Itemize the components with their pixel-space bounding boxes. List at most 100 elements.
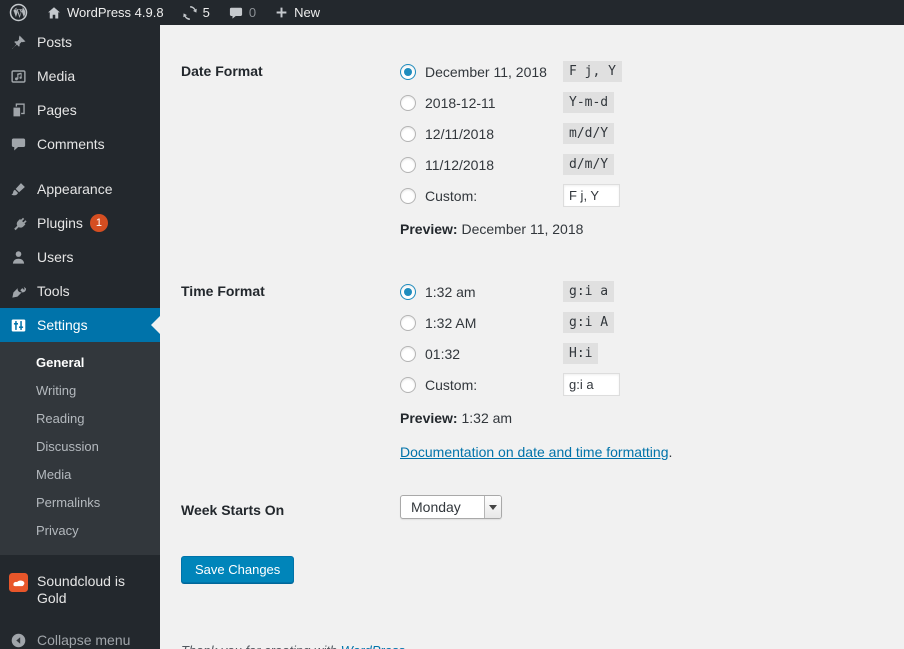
- footer-credit: Thank you for creating with WordPress.: [181, 643, 884, 649]
- radio-button[interactable]: [400, 376, 416, 393]
- collapse-menu-button[interactable]: Collapse menu: [0, 623, 160, 649]
- time-format-custom-input[interactable]: [563, 373, 620, 396]
- submenu-item-reading[interactable]: Reading: [0, 405, 160, 433]
- sidebar-item-label: Media: [37, 68, 76, 84]
- date-format-option-2[interactable]: 2018-12-11 Y-m-d: [400, 87, 884, 118]
- wrench-icon: [9, 282, 28, 301]
- sidebar-item-media[interactable]: Media: [0, 59, 160, 93]
- format-code: F j, Y: [563, 61, 622, 82]
- radio-button[interactable]: [400, 345, 416, 362]
- format-code: Y-m-d: [563, 92, 615, 113]
- settings-general-content: Date Format December 11, 2018 F j, Y 201…: [160, 25, 904, 649]
- documentation-link[interactable]: Documentation on date and time formattin…: [400, 444, 669, 460]
- sidebar-item-label: Posts: [37, 34, 73, 50]
- sidebar-item-appearance[interactable]: Appearance: [0, 172, 160, 206]
- user-icon: [9, 248, 28, 267]
- select-dropdown-arrow-icon: [484, 496, 501, 518]
- format-code: g:i a: [563, 281, 615, 302]
- submenu-item-general[interactable]: General: [0, 349, 160, 377]
- time-preview: Preview: 1:32 am: [400, 410, 513, 426]
- week-starts-select[interactable]: Monday: [400, 495, 502, 519]
- plugin-icon: [9, 214, 28, 233]
- format-code: d/m/Y: [563, 154, 615, 175]
- time-format-option-3[interactable]: 01:32 H:i: [400, 338, 884, 369]
- comment-bubble-icon: [228, 5, 244, 21]
- week-starts-row: Week Starts On Monday: [181, 495, 884, 519]
- wordpress-footer-link[interactable]: WordPress: [341, 643, 405, 649]
- radio-button[interactable]: [400, 63, 416, 80]
- sidebar-item-label: Collapse menu: [37, 632, 131, 648]
- date-preview-value: December 11, 2018: [461, 221, 584, 237]
- current-menu-arrow: [151, 316, 160, 334]
- sidebar-item-settings[interactable]: Settings: [0, 308, 160, 342]
- date-format-option-4[interactable]: 11/12/2018 d/m/Y: [400, 149, 884, 180]
- pages-icon: [9, 101, 28, 120]
- admin-bar: WordPress 4.9.8 5 0 New: [0, 0, 904, 25]
- media-icon: [9, 67, 28, 86]
- time-format-custom-option[interactable]: Custom:: [400, 369, 884, 400]
- date-format-label: Date Format: [181, 63, 263, 79]
- sidebar-item-plugins[interactable]: Plugins 1: [0, 206, 160, 240]
- submenu-item-discussion[interactable]: Discussion: [0, 433, 160, 461]
- settings-submenu: General Writing Reading Discussion Media…: [0, 342, 160, 555]
- submenu-item-writing[interactable]: Writing: [0, 377, 160, 405]
- wordpress-logo-menu[interactable]: [0, 0, 37, 25]
- soundcloud-icon: [9, 573, 28, 592]
- home-icon: [46, 5, 62, 21]
- site-name: WordPress 4.9.8: [67, 5, 164, 20]
- docs-line: Documentation on date and time formattin…: [400, 444, 673, 460]
- sidebar-item-label: Users: [37, 249, 74, 265]
- format-code: H:i: [563, 343, 599, 364]
- sidebar-item-label: Plugins: [37, 215, 83, 231]
- settings-sliders-icon: [9, 316, 28, 335]
- new-content-button[interactable]: New: [265, 0, 329, 25]
- time-format-row: Time Format 1:32 am g:i a 1:32 AM g:i A …: [181, 276, 884, 465]
- site-name-link[interactable]: WordPress 4.9.8: [37, 0, 173, 25]
- date-preview: Preview: December 11, 2018: [400, 221, 584, 237]
- sidebar-item-label: Appearance: [37, 181, 113, 197]
- time-preview-value: 1:32 am: [461, 410, 513, 426]
- sidebar-item-comments[interactable]: Comments: [0, 127, 160, 161]
- date-format-custom-option[interactable]: Custom:: [400, 180, 884, 211]
- paintbrush-icon: [9, 180, 28, 199]
- radio-button[interactable]: [400, 187, 416, 204]
- save-changes-button[interactable]: Save Changes: [181, 556, 295, 583]
- radio-button[interactable]: [400, 125, 416, 142]
- sidebar-item-label: Comments: [37, 136, 105, 152]
- comment-count: 0: [248, 5, 257, 20]
- update-count: 5: [202, 5, 210, 20]
- new-label: New: [294, 5, 321, 20]
- admin-sidebar: Posts Media Pages Comments Appearance Pl…: [0, 25, 160, 649]
- comments-icon: [9, 135, 28, 154]
- date-format-row: Date Format December 11, 2018 F j, Y 201…: [181, 56, 884, 242]
- updates-indicator[interactable]: 5: [173, 0, 219, 25]
- sidebar-item-label: Tools: [37, 283, 70, 299]
- date-format-option-3[interactable]: 12/11/2018 m/d/Y: [400, 118, 884, 149]
- sidebar-item-tools[interactable]: Tools: [0, 274, 160, 308]
- collapse-arrow-icon: [9, 631, 28, 649]
- format-code: m/d/Y: [563, 123, 615, 144]
- time-format-option-2[interactable]: 1:32 AM g:i A: [400, 307, 884, 338]
- submenu-item-privacy[interactable]: Privacy: [0, 517, 160, 545]
- radio-button[interactable]: [400, 156, 416, 173]
- date-format-option-1[interactable]: December 11, 2018 F j, Y: [400, 56, 884, 87]
- time-format-label: Time Format: [181, 283, 265, 299]
- radio-button[interactable]: [400, 94, 416, 111]
- sidebar-item-pages[interactable]: Pages: [0, 93, 160, 127]
- time-format-option-1[interactable]: 1:32 am g:i a: [400, 276, 884, 307]
- format-code: g:i A: [563, 312, 615, 333]
- submenu-item-media[interactable]: Media: [0, 461, 160, 489]
- submenu-item-permalinks[interactable]: Permalinks: [0, 489, 160, 517]
- sidebar-item-label: Soundcloud is Gold: [37, 573, 125, 606]
- comments-indicator[interactable]: 0: [219, 0, 265, 25]
- sidebar-item-users[interactable]: Users: [0, 240, 160, 274]
- date-format-custom-input[interactable]: [563, 184, 620, 207]
- radio-button[interactable]: [400, 283, 416, 300]
- sidebar-item-posts[interactable]: Posts: [0, 25, 160, 59]
- sidebar-item-label: Settings: [37, 317, 88, 333]
- wordpress-logo-icon: [9, 3, 28, 22]
- sidebar-item-soundcloud-is-gold[interactable]: Soundcloud is Gold: [0, 565, 160, 615]
- week-starts-label: Week Starts On: [181, 502, 285, 518]
- update-icon: [182, 5, 198, 21]
- radio-button[interactable]: [400, 314, 416, 331]
